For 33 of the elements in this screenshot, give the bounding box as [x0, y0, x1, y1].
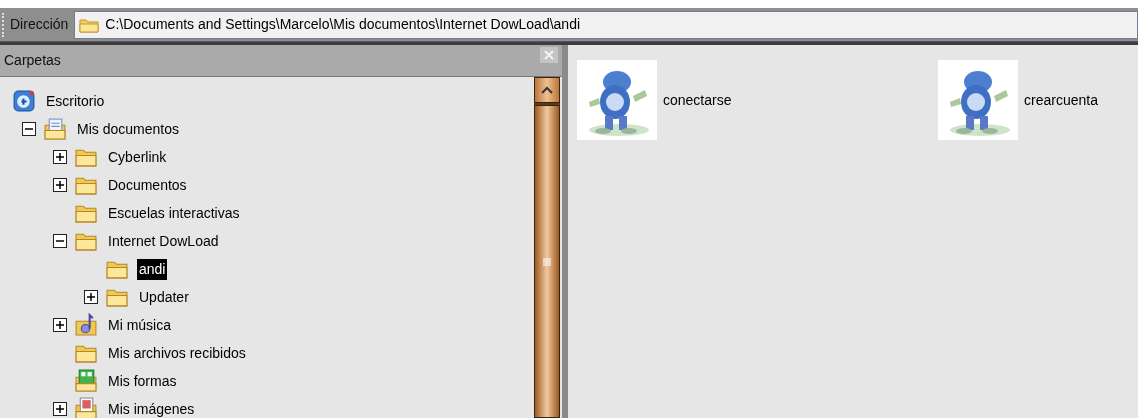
- expand-toggle[interactable]: [84, 290, 98, 304]
- chevron-up-icon: [541, 86, 553, 94]
- tree-item[interactable]: andi: [137, 258, 168, 280]
- file-name[interactable]: crearcuenta: [1024, 89, 1098, 111]
- tree-item[interactable]: Escritorio: [44, 90, 107, 112]
- collapse-toggle[interactable]: [53, 234, 67, 248]
- scroll-up-button[interactable]: [534, 77, 560, 103]
- file-name[interactable]: conectarse: [663, 89, 732, 111]
- grip-icon: [543, 257, 551, 266]
- tree-item[interactable]: Mi música: [106, 314, 173, 336]
- expand-toggle[interactable]: [53, 150, 67, 164]
- tree-item[interactable]: Documentos: [106, 174, 189, 196]
- collapse-toggle[interactable]: [22, 122, 36, 136]
- address-label: Dirección: [9, 15, 70, 34]
- pane-title: Carpetas: [3, 51, 61, 70]
- toolbar-grip[interactable]: [2, 12, 6, 37]
- address-field[interactable]: C:\Documents and Settings\Marcelo\Mis documentos\Internet DowLoad\andi: [74, 10, 1138, 39]
- tree-item[interactable]: Mis archivos recibidos: [106, 342, 248, 364]
- tree-item[interactable]: Mis imágenes: [106, 398, 197, 418]
- tree-item[interactable]: Mis formas: [106, 370, 179, 392]
- documents-folder-icon: [43, 117, 67, 141]
- tree-item[interactable]: Internet DowLoad: [106, 230, 221, 252]
- folder-icon: [79, 16, 100, 33]
- tree-item[interactable]: Cyberlink: [106, 146, 169, 168]
- tree-item[interactable]: Updater: [137, 286, 191, 308]
- expand-toggle[interactable]: [53, 402, 67, 416]
- tree-item[interactable]: Mis documentos: [75, 118, 181, 140]
- expand-toggle[interactable]: [53, 178, 67, 192]
- forms-folder-icon: [74, 369, 98, 393]
- desktop-icon: [12, 89, 36, 113]
- tree-item[interactable]: Escuelas interactivas: [106, 202, 242, 224]
- expand-toggle[interactable]: [53, 318, 67, 332]
- music-folder-icon: [74, 313, 98, 337]
